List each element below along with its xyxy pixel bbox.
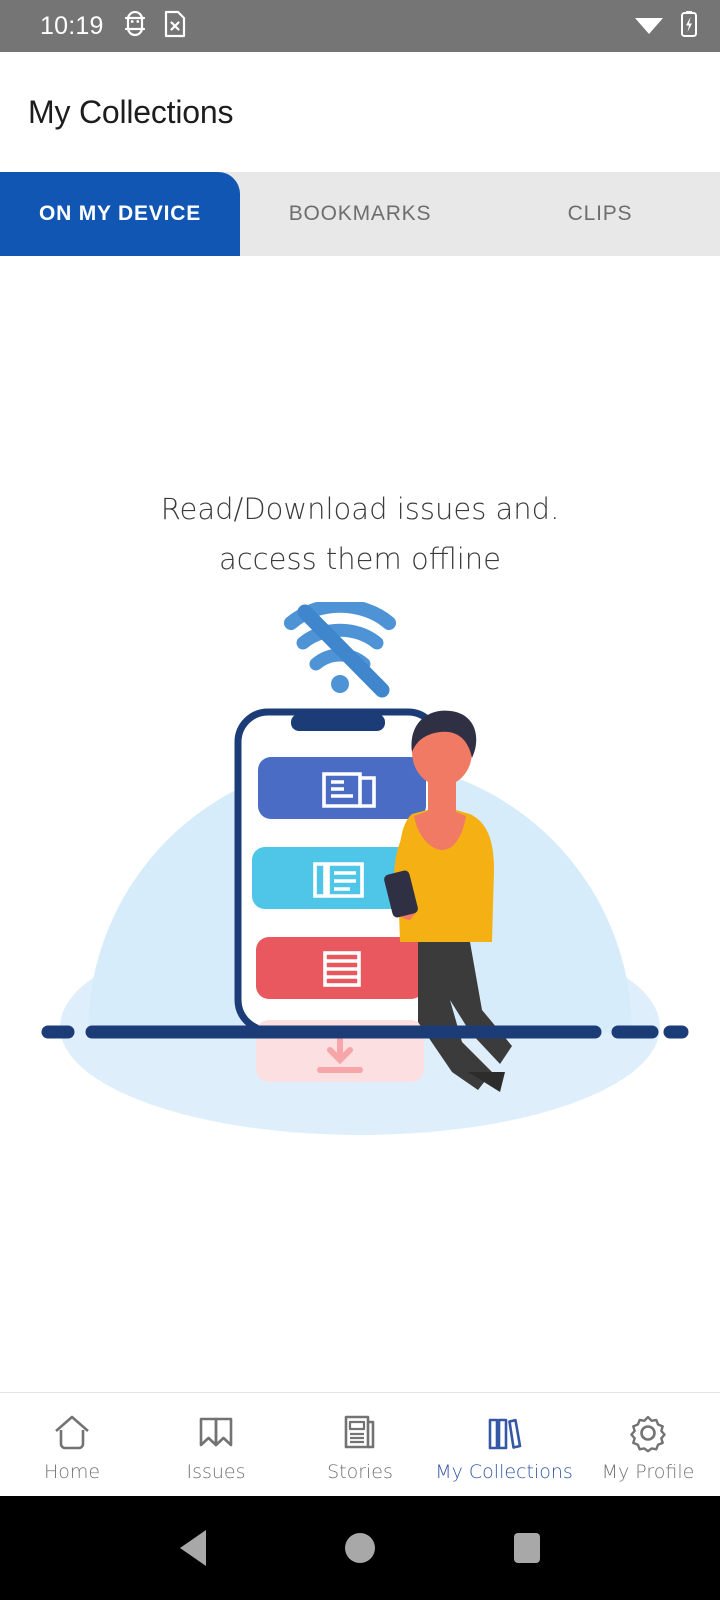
system-navigation-bar [0, 1496, 720, 1600]
gear-icon [627, 1411, 669, 1455]
home-icon [51, 1411, 93, 1455]
empty-state-line-2: access them offline [218, 542, 502, 576]
back-button[interactable] [179, 1530, 206, 1566]
open-book-icon [195, 1411, 237, 1455]
sim-card-missing-icon [164, 10, 186, 42]
tab-clips[interactable]: CLIPS [480, 172, 720, 256]
offline-reading-illustration [0, 602, 720, 1162]
battery-charging-icon [680, 10, 698, 42]
nav-label-my-profile: My Profile [601, 1460, 695, 1483]
nav-label-stories: Stories [327, 1460, 393, 1483]
home-button[interactable] [344, 1533, 375, 1563]
empty-state-message: Read/Download issues and. access them of… [161, 484, 560, 584]
status-clock: 10:19 [40, 11, 104, 40]
document-icon [339, 1411, 381, 1455]
books-shelf-icon [483, 1411, 525, 1455]
bottom-navigation: Home Issues Stories My Collections My Pr… [0, 1392, 720, 1496]
android-debug-icon [124, 10, 146, 41]
nav-item-my-profile[interactable]: My Profile [576, 1411, 720, 1483]
wifi-dot [331, 675, 349, 693]
empty-state-content: Read/Download issues and. access them of… [0, 256, 720, 1392]
nav-item-stories[interactable]: Stories [288, 1411, 432, 1483]
recents-button[interactable] [514, 1533, 541, 1563]
nav-label-my-collections: My Collections [435, 1460, 573, 1483]
tab-on-my-device[interactable]: ON MY DEVICE [0, 172, 240, 256]
app-bar: My Collections [0, 52, 720, 172]
empty-state-line-1: Read/Download issues and. [160, 492, 560, 526]
nav-label-home: Home [43, 1460, 101, 1483]
nav-item-home[interactable]: Home [0, 1411, 144, 1483]
tab-bar: ON MY DEVICE BOOKMARKS CLIPS [0, 172, 720, 256]
nav-item-issues[interactable]: Issues [144, 1411, 288, 1483]
page-title: My Collections [28, 93, 234, 130]
tab-bookmarks[interactable]: BOOKMARKS [240, 172, 480, 256]
wifi-icon [634, 12, 664, 40]
nav-label-issues: Issues [186, 1460, 246, 1483]
status-left-icons [124, 10, 186, 42]
status-bar: 10:19 [0, 0, 720, 52]
status-right-icons [634, 10, 698, 42]
nav-item-my-collections[interactable]: My Collections [432, 1411, 576, 1483]
app-screen: 10:19 My Collections ON MY DEVICE BOOKMA… [0, 0, 720, 1600]
